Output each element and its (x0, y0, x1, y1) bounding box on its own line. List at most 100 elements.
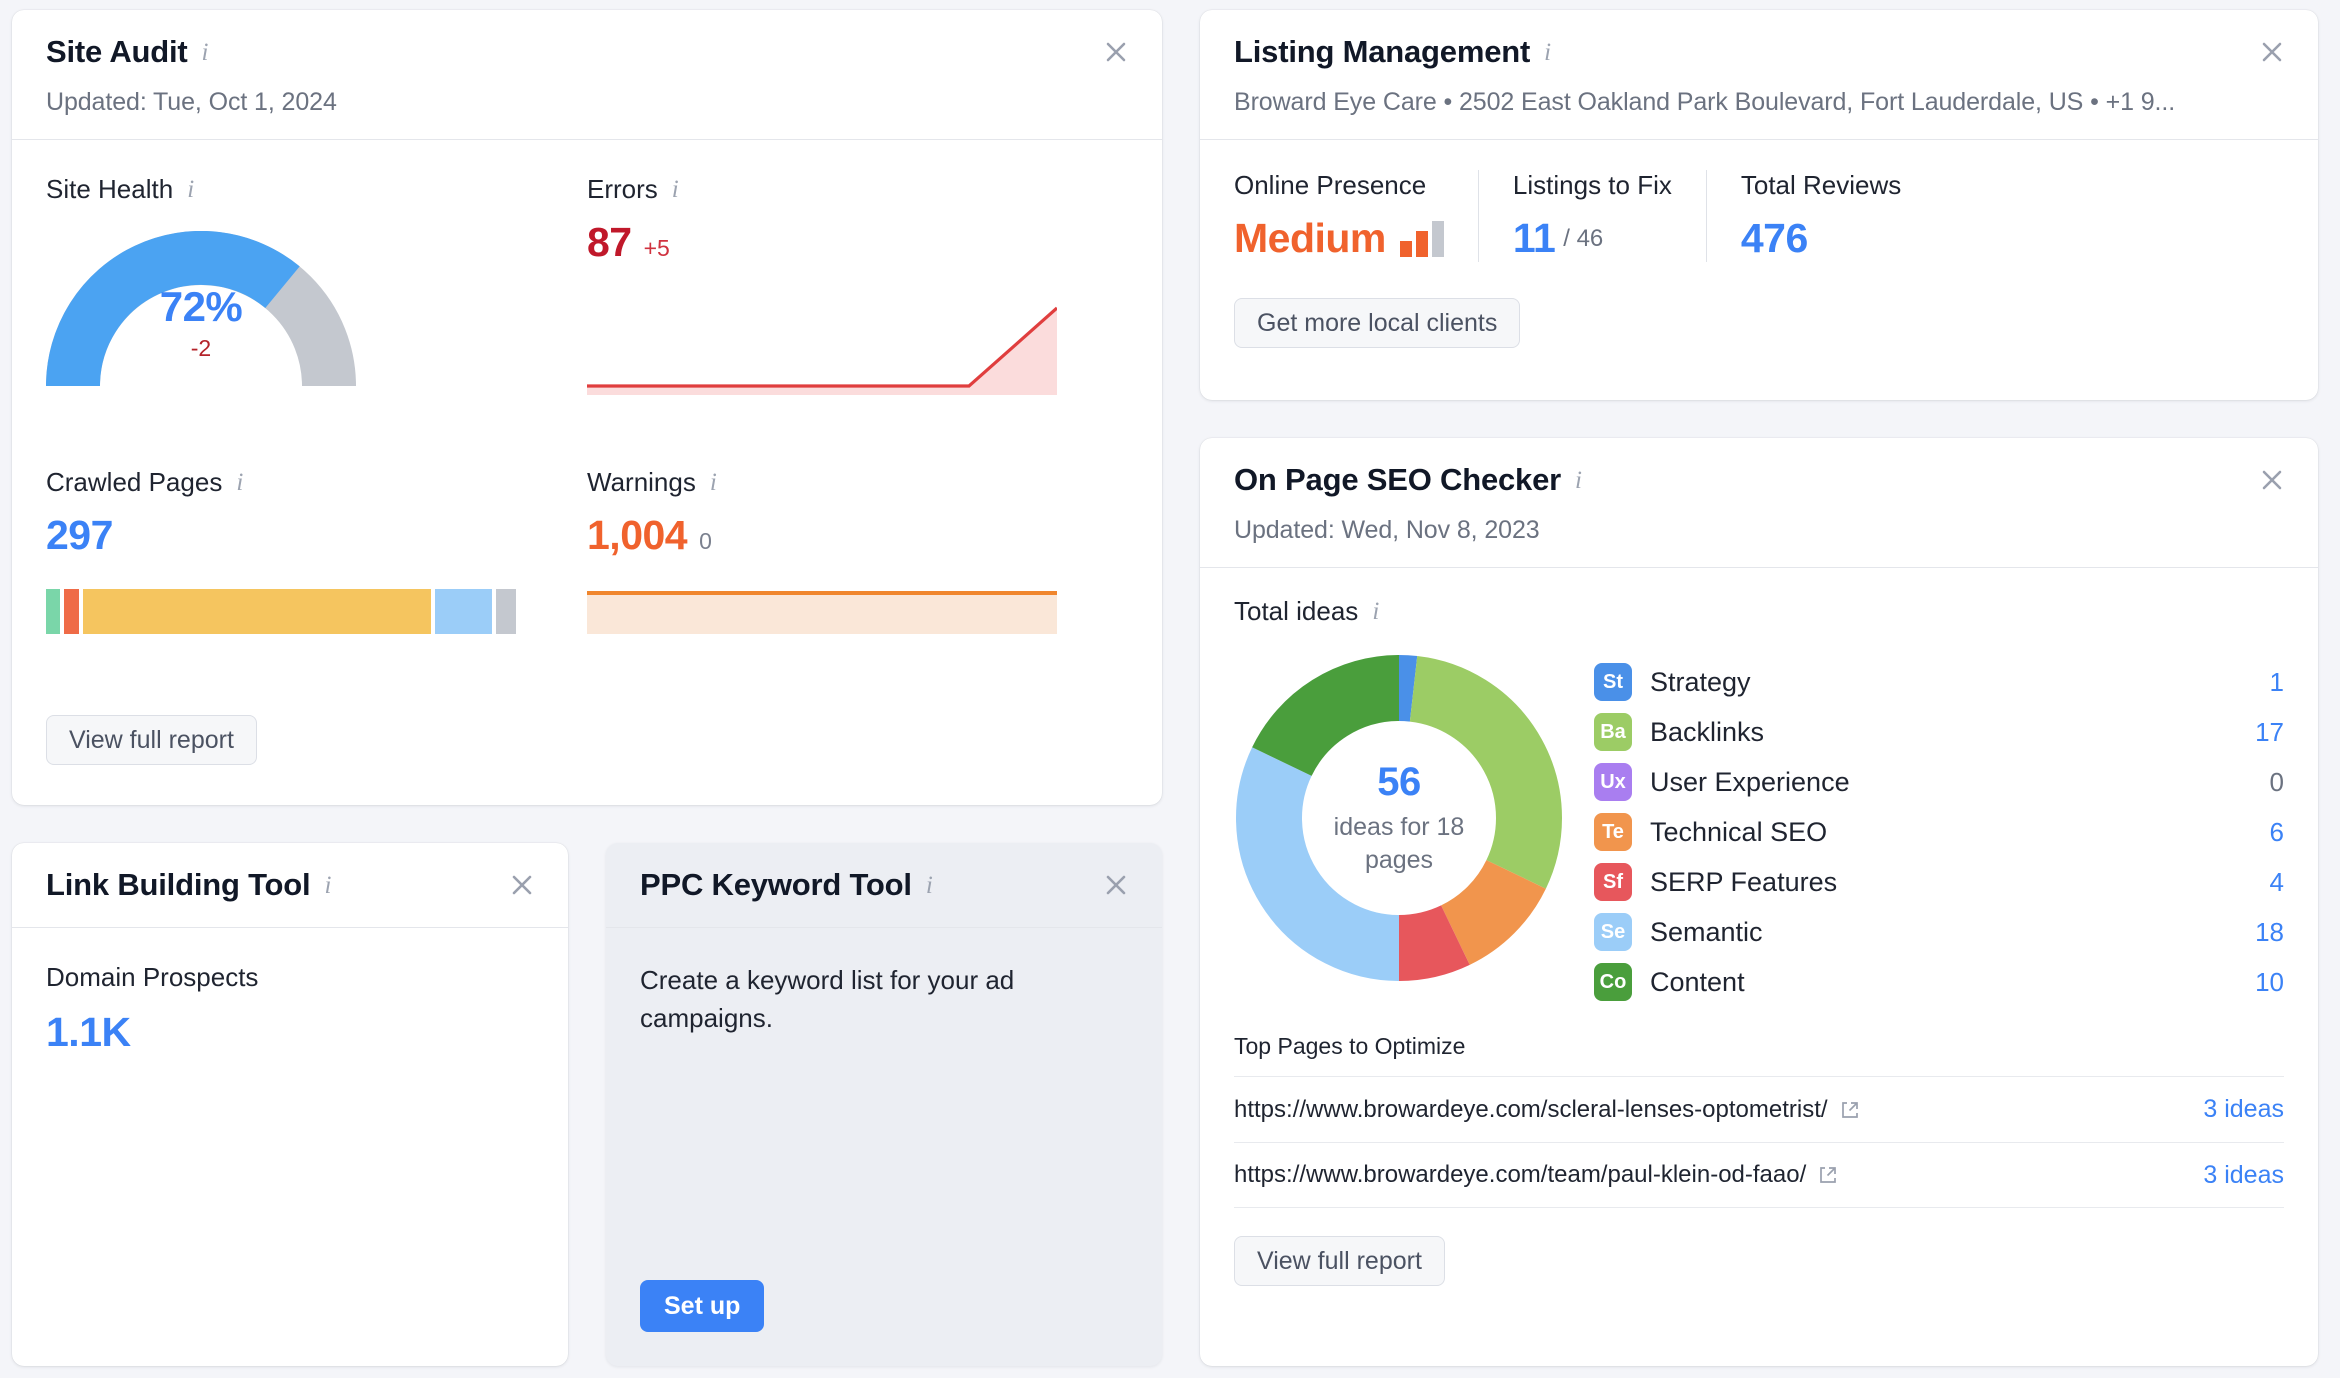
ppc-keyword-header: PPC Keyword Tool i (606, 843, 1162, 927)
legend-value: 0 (2269, 766, 2284, 797)
legend-value: 4 (2269, 866, 2284, 897)
crawled-segment-broken (63, 589, 80, 634)
category-tag-sf: Sf (1594, 863, 1632, 901)
site-audit-title: Site Audit (46, 34, 188, 69)
view-full-report-button[interactable]: View full report (46, 715, 257, 765)
errors-value: 87 (587, 219, 632, 265)
info-icon[interactable]: i (1544, 40, 1551, 65)
total-reviews-stat: Total Reviews 476 (1705, 170, 1935, 262)
legend-label: Technical SEO (1650, 816, 1828, 847)
get-more-local-clients-button[interactable]: Get more local clients (1234, 298, 1521, 348)
errors-metric: Errors i 87 +5 (587, 174, 1128, 395)
page-ideas-count[interactable]: 3 ideas (2203, 1095, 2284, 1124)
close-icon[interactable] (1096, 32, 1136, 72)
legend-row[interactable]: St Strategy 1 (1594, 657, 2284, 707)
table-row[interactable]: https://www.browardeye.com/scleral-lense… (1234, 1076, 2284, 1142)
listing-stats: Online Presence Medium Listings to Fix 1… (1234, 170, 2284, 262)
listing-management-body: Online Presence Medium Listings to Fix 1… (1200, 140, 2318, 382)
online-presence-label: Online Presence (1234, 170, 1427, 200)
site-health-label: Site Health (46, 174, 174, 204)
legend-row[interactable]: Se Semantic 18 (1594, 907, 2284, 957)
crawled-segment-redirects (434, 589, 492, 634)
on-page-seo-card: On Page SEO Checker i Updated: Wed, Nov … (1200, 438, 2318, 1366)
site-audit-footer: View full report (12, 679, 1162, 805)
errors-sparkline (587, 300, 1059, 395)
errors-label: Errors (587, 174, 658, 204)
info-icon[interactable]: i (324, 873, 331, 898)
external-link-icon[interactable] (1818, 1165, 1838, 1185)
right-column: Listing Management i Broward Eye Care • … (1200, 10, 2318, 1366)
table-row[interactable]: https://www.browardeye.com/team/paul-kle… (1234, 1142, 2284, 1208)
link-building-header: Link Building Tool i (12, 843, 568, 927)
close-icon[interactable] (1096, 865, 1136, 905)
top-pages-title: Top Pages to Optimize (1234, 1033, 1466, 1059)
crawled-pages-label: Crawled Pages (46, 467, 223, 497)
warnings-delta: 0 (699, 528, 712, 554)
category-tag-co: Co (1594, 963, 1632, 1001)
category-tag-te: Te (1594, 813, 1632, 851)
site-audit-updated: Updated: Tue, Oct 1, 2024 (46, 88, 337, 116)
ideas-donut-chart: 56 ideas for 18 pages (1234, 653, 1564, 983)
site-audit-top-metrics: Site Health i 72% -2 Errors i 87 +5 (46, 174, 1128, 395)
legend-row[interactable]: Co Content 10 (1594, 957, 2284, 1007)
link-building-body: Domain Prospects 1.1K (12, 928, 568, 1366)
page-url[interactable]: https://www.browardeye.com/scleral-lense… (1234, 1096, 1860, 1124)
external-link-icon[interactable] (1840, 1100, 1860, 1120)
info-icon[interactable]: i (1372, 599, 1379, 624)
close-icon[interactable] (2252, 32, 2292, 72)
close-icon[interactable] (502, 865, 542, 905)
online-presence-stat: Online Presence Medium (1234, 170, 1478, 262)
legend-label: User Experience (1650, 766, 1850, 797)
info-icon[interactable]: i (187, 177, 194, 202)
ppc-keyword-card: PPC Keyword Tool i Create a keyword list… (606, 843, 1162, 1366)
on-page-seo-title: On Page SEO Checker (1234, 462, 1561, 497)
site-audit-card: Site Audit i Updated: Tue, Oct 1, 2024 S… (12, 10, 1162, 805)
site-health-gauge: 72% -2 (46, 230, 356, 391)
listings-to-fix-label: Listings to Fix (1512, 170, 1672, 200)
listings-to-fix-stat: Listings to Fix 11 / 46 (1477, 170, 1706, 262)
info-icon[interactable]: i (710, 470, 717, 495)
info-icon[interactable]: i (1575, 468, 1582, 493)
view-full-report-button[interactable]: View full report (1234, 1236, 1445, 1286)
site-audit-body: Site Health i 72% -2 Errors i 87 +5 Craw… (12, 140, 1162, 679)
category-tag-ux: Ux (1594, 763, 1632, 801)
listings-to-fix-value: 11 (1512, 215, 1556, 261)
ideas-breakdown: 56 ideas for 18 pages St Strategy 1 Ba Backl… (1234, 653, 2284, 1007)
crawled-pages-value: 297 (46, 512, 113, 558)
total-reviews-value: 476 (1740, 215, 1808, 261)
ideas-legend: St Strategy 1 Ba Backlinks 17 Ux User Experienc… (1594, 657, 2284, 1007)
legend-row[interactable]: Ux User Experience 0 (1594, 757, 2284, 807)
crawled-pages-metric: Crawled Pages i 297 (46, 467, 587, 634)
legend-label: Semantic (1650, 916, 1763, 947)
info-icon[interactable]: i (672, 177, 679, 202)
left-bottom-row: Link Building Tool i Domain Prospects 1.… (12, 843, 1162, 1366)
on-page-seo-header: On Page SEO Checker i Updated: Wed, Nov … (1200, 438, 2318, 567)
close-icon[interactable] (2252, 460, 2292, 500)
crawled-segment-blocked (495, 589, 516, 634)
legend-value: 17 (2255, 716, 2284, 747)
page-ideas-count[interactable]: 3 ideas (2203, 1161, 2284, 1190)
on-page-seo-updated: Updated: Wed, Nov 8, 2023 (1234, 516, 1540, 544)
legend-row[interactable]: Sf SERP Features 4 (1594, 857, 2284, 907)
domain-prospects-label: Domain Prospects (46, 962, 259, 992)
on-page-seo-footer: View full report (1200, 1208, 2318, 1320)
site-health-percent: 72% (159, 283, 243, 330)
legend-row[interactable]: Ba Backlinks 17 (1594, 707, 2284, 757)
ppc-description: Create a keyword list for your ad campai… (640, 965, 1015, 1033)
link-building-card: Link Building Tool i Domain Prospects 1.… (12, 843, 568, 1366)
on-page-seo-body: Total ideas i 56 ideas for 18 pages St St… (1200, 568, 2318, 1208)
info-icon[interactable]: i (926, 873, 933, 898)
info-icon[interactable]: i (202, 40, 209, 65)
page-url-text: https://www.browardeye.com/scleral-lense… (1234, 1095, 1828, 1123)
set-up-button[interactable]: Set up (640, 1280, 765, 1332)
donut-subtitle: ideas for 18 pages (1333, 813, 1465, 874)
info-icon[interactable]: i (236, 470, 243, 495)
warnings-metric: Warnings i 1,004 0 (587, 467, 1128, 634)
legend-label: Backlinks (1650, 716, 1765, 747)
page-url[interactable]: https://www.browardeye.com/team/paul-kle… (1234, 1161, 1838, 1189)
dashboard-root: Site Audit i Updated: Tue, Oct 1, 2024 S… (0, 0, 2340, 1378)
site-audit-bottom-metrics: Crawled Pages i 297 Warnings i 1,004 0 (46, 467, 1128, 634)
legend-label: Strategy (1650, 666, 1751, 697)
legend-value: 6 (2269, 816, 2284, 847)
legend-row[interactable]: Te Technical SEO 6 (1594, 807, 2284, 857)
